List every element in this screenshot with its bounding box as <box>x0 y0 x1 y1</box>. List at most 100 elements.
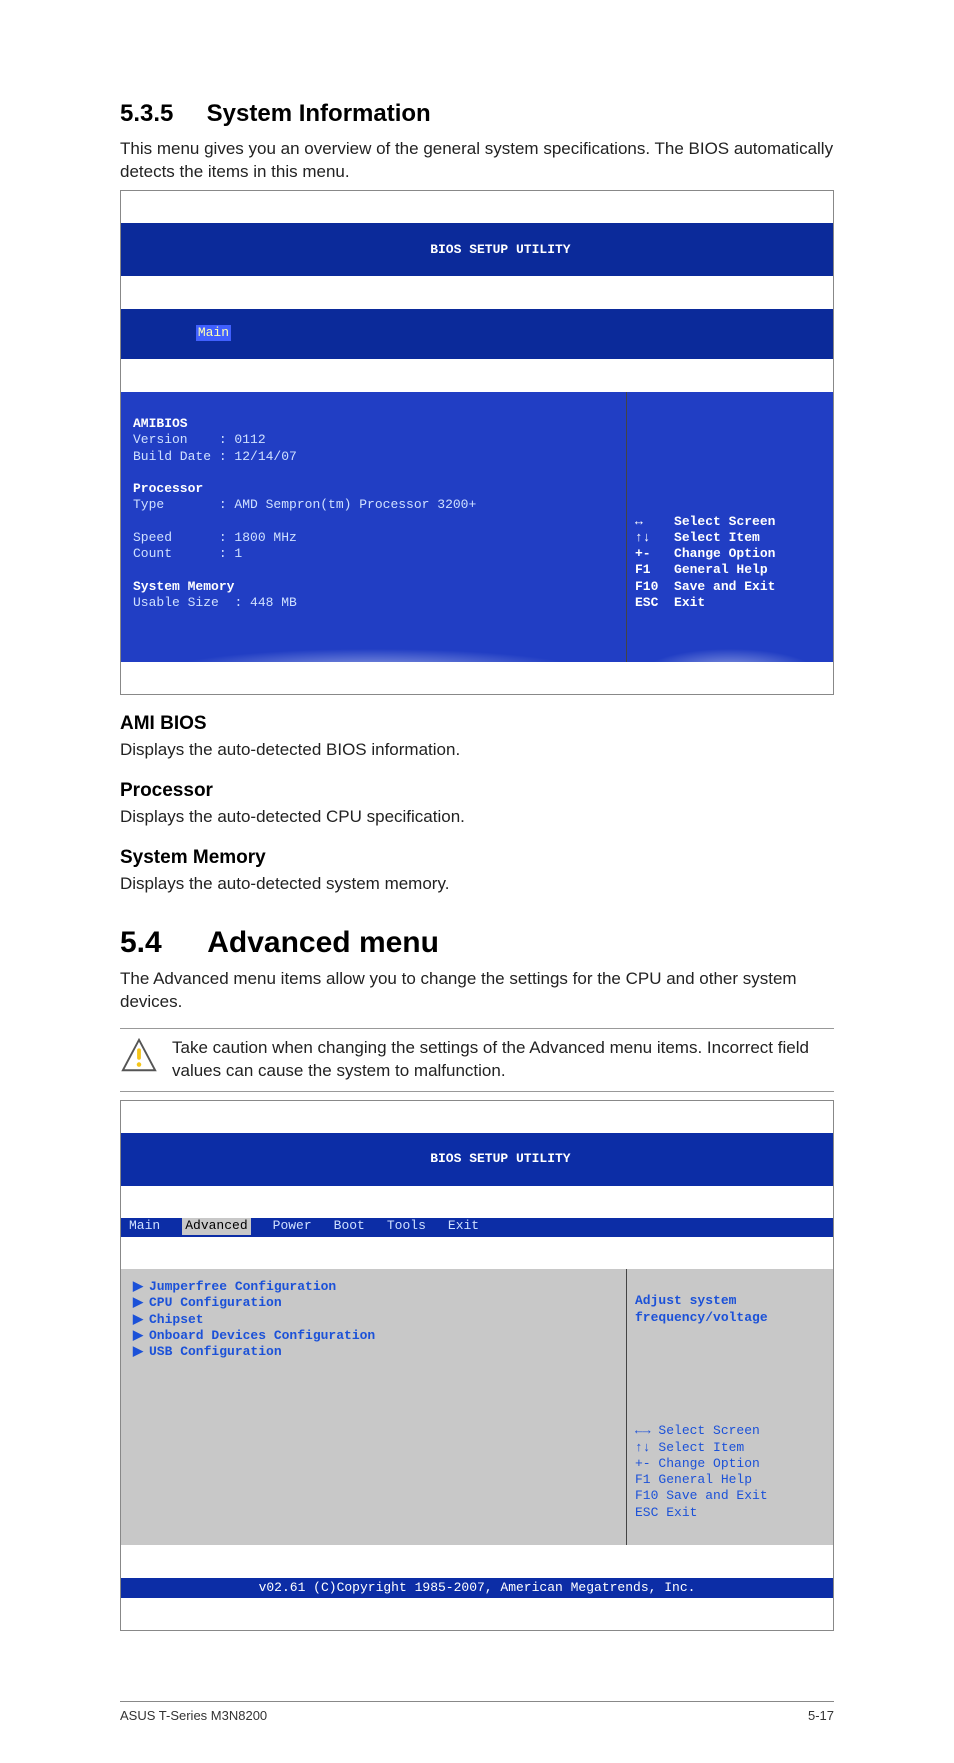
tab-advanced[interactable]: Advanced <box>182 1218 250 1234</box>
speed-label: Speed <box>133 530 172 545</box>
help-v3: Change Option <box>674 546 775 561</box>
type-value: : AMD Sempron(tm) Processor 3200+ <box>219 497 476 512</box>
page-footer: ASUS T-Series M3N8200 5-17 <box>120 1701 834 1723</box>
triangle-icon: ▶ <box>133 1312 143 1327</box>
ami-bios-text: Displays the auto-detected BIOS informat… <box>120 739 834 762</box>
section-535-number: 5.3.5 <box>120 100 200 128</box>
help-v6: Exit <box>674 595 705 610</box>
bios1-tab-main[interactable]: Main <box>196 325 231 341</box>
h2-v1: Select Screen <box>658 1423 759 1438</box>
section-535-intro: This menu gives you an overview of the g… <box>120 138 834 184</box>
tab-power[interactable]: Power <box>273 1218 312 1234</box>
help-v5: Save and Exit <box>674 579 775 594</box>
menu-item-cpu[interactable]: ▶ CPU Configuration <box>133 1295 614 1311</box>
h2-v6: Exit <box>666 1505 697 1520</box>
bios-sysinfo-panel: BIOS SETUP UTILITY Main AMIBIOS Version … <box>120 190 834 695</box>
help-v2: Select Item <box>674 530 760 545</box>
bios2-title: BIOS SETUP UTILITY <box>430 1151 570 1166</box>
section-54-intro: The Advanced menu items allow you to cha… <box>120 968 834 1014</box>
menu-i5: USB Configuration <box>149 1344 282 1359</box>
section-535-title: System Information <box>207 100 431 127</box>
section-535-heading: 5.3.5 System Information <box>120 100 834 128</box>
menu-i4: Onboard Devices Configuration <box>149 1328 375 1343</box>
amibios-label: AMIBIOS <box>133 416 188 431</box>
builddate-value: : 12/14/07 <box>219 449 297 464</box>
warning-icon <box>120 1037 158 1080</box>
h2-k6: ESC <box>635 1505 658 1520</box>
help-k4: F1 <box>635 562 651 577</box>
menu-i1: Jumperfree Configuration <box>149 1279 336 1294</box>
bios1-curve-glare-r <box>627 636 833 662</box>
help-k5: F10 <box>635 579 658 594</box>
help-v4: General Help <box>674 562 768 577</box>
bios1-titlebar: BIOS SETUP UTILITY <box>121 223 833 276</box>
count-label: Count <box>133 546 172 561</box>
h2-k1: ←→ <box>635 1423 651 1438</box>
triangle-icon: ▶ <box>133 1344 143 1359</box>
h2-v5: Save and Exit <box>666 1488 767 1503</box>
h2-k5: F10 <box>635 1488 658 1503</box>
h2-k4: F1 <box>635 1472 651 1487</box>
bios2-body: ▶ Jumperfree Configuration ▶ CPU Configura… <box>121 1269 833 1545</box>
help-k3: +- <box>635 546 651 561</box>
usable-value: : 448 MB <box>234 595 296 610</box>
menu-item-jumperfree[interactable]: ▶ Jumperfree Configuration <box>133 1279 614 1295</box>
bios2-left: ▶ Jumperfree Configuration ▶ CPU Configura… <box>121 1269 626 1545</box>
bios2-titlebar: BIOS SETUP UTILITY <box>121 1133 833 1186</box>
count-value: : 1 <box>219 546 242 561</box>
section-54-title: Advanced menu <box>207 926 439 959</box>
type-label: Type <box>133 497 164 512</box>
tab-main[interactable]: Main <box>129 1218 160 1234</box>
tab-boot[interactable]: Boot <box>334 1218 365 1234</box>
speed-value: : 1800 MHz <box>219 530 297 545</box>
menu-i3: Chipset <box>149 1312 204 1327</box>
triangle-icon: ▶ <box>133 1328 143 1343</box>
sysmem-text: Displays the auto-detected system memory… <box>120 873 834 896</box>
menu-item-usb[interactable]: ▶ USB Configuration <box>133 1344 614 1360</box>
processor-heading: Processor <box>120 780 834 802</box>
hint1: Adjust system <box>635 1293 736 1308</box>
bios2-footer: v02.61 (C)Copyright 1985-2007, American … <box>121 1578 833 1598</box>
menu-item-chipset[interactable]: ▶ Chipset <box>133 1312 614 1328</box>
bios-advanced-panel: BIOS SETUP UTILITY Main Advanced Power B… <box>120 1100 834 1632</box>
help-k6: ESC <box>635 595 658 610</box>
bios1-curve-glare <box>121 636 626 662</box>
bios1-body: AMIBIOS Version : 0112 Build Date : 12/1… <box>121 392 833 662</box>
caution-text: Take caution when changing the settings … <box>172 1037 834 1083</box>
help-k1: ↔ <box>635 514 643 529</box>
help-v1: Select Screen <box>674 514 775 529</box>
usable-label: Usable Size <box>133 595 219 610</box>
version-label: Version <box>133 432 188 447</box>
h2-k2: ↑↓ <box>635 1440 651 1455</box>
sysmem-heading: System Memory <box>120 847 834 869</box>
ami-bios-heading: AMI BIOS <box>120 713 834 735</box>
menu-i2: CPU Configuration <box>149 1295 282 1310</box>
footer-left: ASUS T-Series M3N8200 <box>120 1708 267 1723</box>
h2-k3: +- <box>635 1456 651 1471</box>
bios2-tabbar: Main Advanced Power Boot Tools Exit <box>121 1218 833 1236</box>
bios1-title: BIOS SETUP UTILITY <box>430 242 570 257</box>
triangle-icon: ▶ <box>133 1279 143 1294</box>
h2-v4: General Help <box>658 1472 752 1487</box>
bios1-left: AMIBIOS Version : 0112 Build Date : 12/1… <box>121 392 626 662</box>
section-54-heading: 5.4 Advanced menu <box>120 926 834 960</box>
section-54-number: 5.4 <box>120 926 200 960</box>
bios1-help: ↔ Select Screen ↑↓ Select Item +- Change… <box>626 392 833 662</box>
sysmem-label: System Memory <box>133 579 234 594</box>
menu-item-onboard[interactable]: ▶ Onboard Devices Configuration <box>133 1328 614 1344</box>
triangle-icon: ▶ <box>133 1295 143 1310</box>
tab-exit[interactable]: Exit <box>448 1218 479 1234</box>
bios2-help: Adjust system frequency/voltage ←→ Selec… <box>626 1269 833 1545</box>
h2-v3: Change Option <box>658 1456 759 1471</box>
hint2: frequency/voltage <box>635 1310 768 1325</box>
tab-tools[interactable]: Tools <box>387 1218 426 1234</box>
processor-label: Processor <box>133 481 203 496</box>
footer-right: 5-17 <box>808 1708 834 1723</box>
help-k2: ↑↓ <box>635 530 651 545</box>
page: 5.3.5 System Information This menu gives… <box>0 0 954 1763</box>
version-value: : 0112 <box>219 432 266 447</box>
h2-v2: Select Item <box>658 1440 744 1455</box>
bios1-tabrow: Main <box>121 309 833 360</box>
processor-text: Displays the auto-detected CPU specifica… <box>120 806 834 829</box>
builddate-label: Build Date <box>133 449 211 464</box>
